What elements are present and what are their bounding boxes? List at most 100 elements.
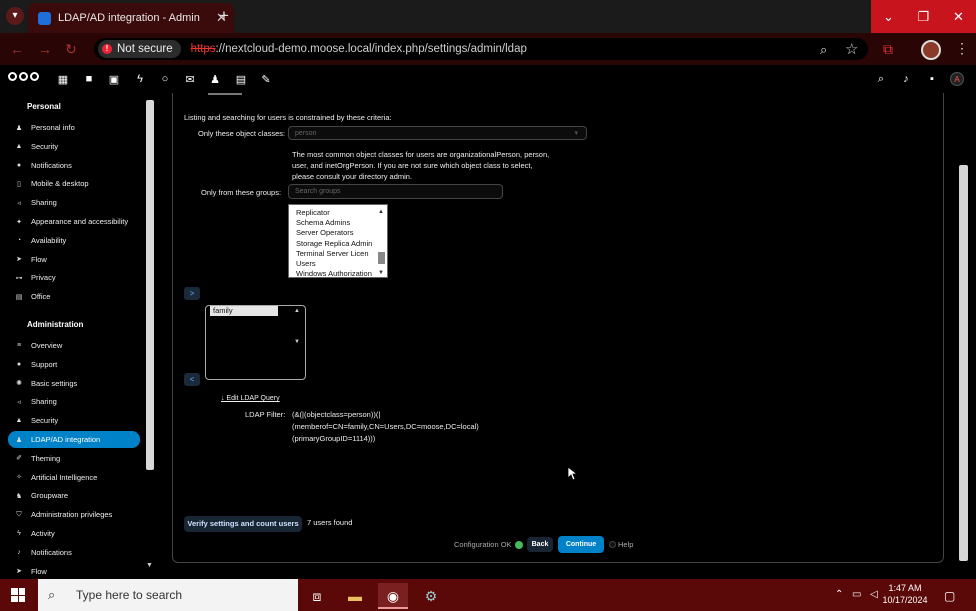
group-option[interactable]: Schema Admins [296,218,350,227]
active-tab-indicator [208,93,242,95]
sparkle-icon: ✧ [16,474,22,482]
users-criteria-intro: Listing and searching for users is const… [184,113,392,122]
content-scrollbar[interactable] [959,165,968,561]
search-icon[interactable]: ⌕ [874,73,888,86]
ldap-filter-label: LDAP Filter: [245,410,286,419]
sidebar-item-office[interactable]: ▤ Office [8,288,140,305]
back-arrow-icon[interactable]: ← [8,40,26,58]
forward-arrow-icon[interactable]: → [36,40,54,58]
chrome-icon[interactable]: ◉ [378,583,408,609]
tray-chevron-up-icon[interactable]: ⌃ [835,589,843,600]
mail-icon[interactable]: ✉ [183,73,197,86]
taskbar-clock[interactable]: 1:47 AM 10/17/2024 [880,582,930,606]
sidebar-item-security[interactable]: ▲ Security [8,412,140,429]
sidebar-item-administration-privileges[interactable]: ⛉ Administration privileges [8,506,140,523]
tab-list-button[interactable]: ▾ [6,7,24,25]
help-icon[interactable] [609,541,616,548]
group-option[interactable]: Replicator [296,208,330,217]
file-explorer-icon[interactable]: ▬ [340,583,370,609]
profile-avatar[interactable] [921,40,941,60]
new-tab-button[interactable]: + [214,6,234,26]
continue-button[interactable]: Continue [558,536,604,553]
search-groups-input[interactable]: Search groups [288,184,503,199]
security-chip[interactable]: ! Not secure [98,40,181,58]
sidebar-item-activity[interactable]: ϟ Activity [8,525,140,542]
help-link[interactable]: Help [618,540,633,549]
windows-start-icon[interactable] [11,588,25,602]
network-icon[interactable]: ▭ [852,589,861,600]
verify-settings-button[interactable]: Verify settings and count users [184,516,302,532]
volume-icon[interactable]: ◁ [870,589,878,600]
activity-icon[interactable]: ϟ [133,73,147,85]
task-view-icon[interactable]: ⧈ [302,583,332,609]
share-icon: ◃ [17,398,21,406]
back-button[interactable]: Back [527,537,553,552]
notification-center-icon[interactable]: ▢ [944,589,955,603]
sidebar-item-availability[interactable]: ◔ Availability [8,232,140,249]
bell-icon[interactable]: ♪ [899,73,913,85]
taskbar-search-box[interactable]: ⌕ Type here to search [38,579,298,611]
group-option[interactable]: Windows Authorization [296,269,372,278]
sidebar-item-appearance-and-accessibility[interactable]: ✦ Appearance and accessibility [8,213,140,230]
sidebar-item-notifications[interactable]: ● Notifications [8,157,140,174]
settings-gear-icon[interactable]: ⚙ [416,583,446,609]
close-icon[interactable]: ✕ [941,0,976,33]
sidebar-item-theming[interactable]: ✐ Theming [8,450,140,467]
sidebar-item-notifications[interactable]: ♪ Notifications [8,544,140,561]
sidebar-item-personal-info[interactable]: ♟ Personal info [8,119,140,136]
sidebar-item-ldap-ad-integration[interactable]: ♟ LDAP/AD integration [8,431,140,448]
edit-ldap-query-link[interactable]: ↓ Edit LDAP Query [221,395,280,402]
restore-icon[interactable]: ❐ [906,0,941,33]
files-icon[interactable]: ■ [82,73,96,85]
selected-group-item[interactable]: family [210,306,278,316]
flow-icon: ➤ [16,568,22,576]
extension-icon[interactable]: ⧉ [883,41,893,58]
sidebar-item-flow[interactable]: ➤ Flow [8,251,140,268]
sidebar-item-label: Office [31,292,51,302]
search-app-icon[interactable]: ○ [158,73,172,85]
scroll-down-icon: ▼ [294,339,300,345]
sidebar-item-support[interactable]: ● Support [8,356,140,373]
browser-tab[interactable]: LDAP/AD integration - Admin ✕ [28,3,234,33]
group-option[interactable]: Users [296,259,316,268]
scroll-down-icon[interactable]: ▼ [146,562,153,569]
reload-icon[interactable]: ↻ [62,40,80,58]
sidebar-item-label: Personal info [31,123,75,132]
sidebar-item-overview[interactable]: ≡ Overview [8,337,140,354]
dashboard-icon[interactable]: ▦ [56,73,70,86]
sidebar-item-privacy[interactable]: ⊶ Privacy [8,269,140,286]
sidebar-item-label: Basic settings [31,378,78,388]
user-avatar[interactable]: A [950,72,964,86]
selected-groups-list[interactable]: ▲ ▼ [205,305,306,380]
sidebar-item-flow[interactable]: ➤ Flow [8,563,140,579]
groups-list-scrollbar[interactable]: ▲ ▼ [377,206,386,276]
group-option[interactable]: Storage Replica Admin [296,239,372,248]
zoom-icon[interactable]: ⌕ [820,42,827,58]
sidebar-item-groupware[interactable]: ♞ Groupware [8,487,140,504]
sidebar-item-sharing[interactable]: ◃ Sharing [8,194,140,211]
url-bar[interactable]: ! Not secure https://nextcloud-demo.moos… [94,38,868,60]
group-option[interactable]: Terminal Server Licen [296,249,369,258]
group-option[interactable]: Server Operators [296,228,354,237]
photos-icon[interactable]: ▣ [107,73,121,86]
add-group-button[interactable]: > [184,287,200,300]
sidebar-item-artificial-intelligence[interactable]: ✧ Artificial Intelligence [8,469,140,486]
browser-menu-icon[interactable]: ⋮ [955,40,969,57]
sidebar-item-label: Privacy [31,273,56,283]
sidebar-item-mobile-desktop[interactable]: ▯ Mobile & desktop [8,175,140,192]
lock-icon: ▲ [15,417,23,425]
object-classes-select[interactable]: person ▾ [288,126,587,140]
sidebar-scrollbar[interactable] [146,100,154,470]
notes-pencil-icon[interactable]: ✎ [259,73,273,86]
sidebar-item-sharing[interactable]: ◃ Sharing [8,393,140,410]
sidebar-item-security[interactable]: ▲ Security [8,138,140,155]
bookmark-star-icon[interactable]: ☆ [845,40,858,58]
available-groups-list[interactable]: Replicator Schema Admins Server Operators S… [288,204,388,278]
contacts-menu-icon[interactable]: ▪ [925,73,939,85]
calendar-icon[interactable]: ▤ [234,73,248,86]
chevron-down-icon[interactable]: ⌄ [871,0,906,33]
sidebar-item-basic-settings[interactable]: ✺ Basic settings [8,375,140,392]
contacts-icon[interactable]: ♟ [208,73,222,86]
nextcloud-logo-icon[interactable] [8,72,39,81]
remove-group-button[interactable]: < [184,373,200,386]
